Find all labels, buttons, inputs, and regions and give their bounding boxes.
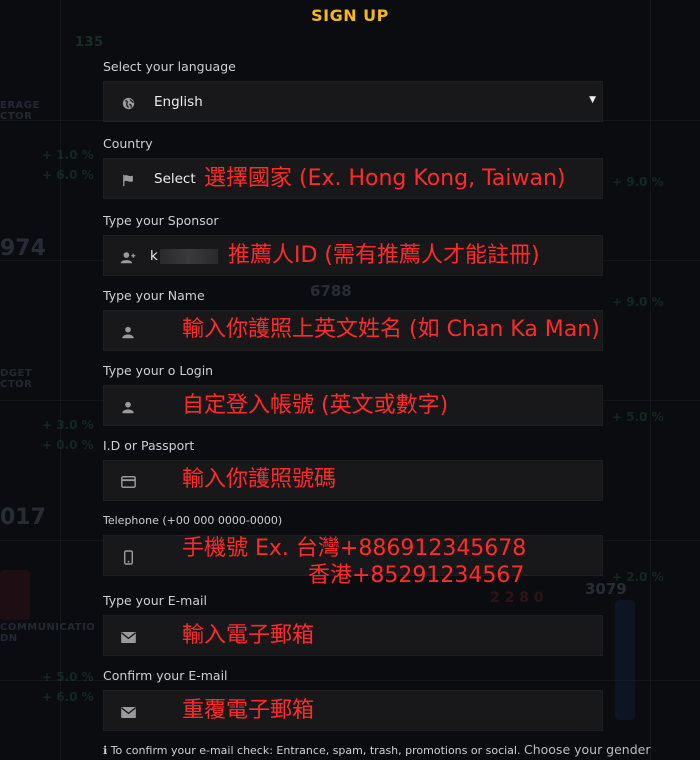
flag-icon [120,172,136,188]
id-card-icon [120,474,136,490]
email-input[interactable] [103,615,603,656]
mobile-phone-icon [120,549,136,565]
login-annotation: 自定登入帳號 (英文或數字) [182,393,449,418]
passport-label: I.D or Passport [103,438,195,453]
user-icon [120,399,136,415]
name-label: Type your Name [103,288,205,303]
user-icon [120,324,136,340]
envelope-icon [120,629,136,645]
country-annotation: 選擇國家 (Ex. Hong Kong, Taiwan) [204,166,566,191]
envelope-icon [120,704,136,720]
language-value: English [154,94,203,110]
passport-input[interactable] [103,460,603,501]
telephone-label: Telephone (+00 000 0000-0000) [103,514,283,527]
info-icon: ℹ [103,744,108,757]
country-label: Country [103,136,153,151]
chevron-down-icon: ▼ [589,95,596,105]
sponsor-label: Type your Sponsor [103,213,219,228]
page-title: SIGN UP [311,6,389,25]
login-label: Type your o Login [103,363,214,378]
sponsor-annotation: 推薦人ID (需有推薦人才能註冊) [228,243,540,268]
globe-icon [120,95,136,111]
language-select[interactable]: English ▼ [103,81,603,122]
confirm-email-annotation: 重覆電子郵箱 [182,698,315,723]
redacted-sponsor-id [160,249,218,264]
user-plus-icon [120,249,136,265]
gender-label: Choose your gender [523,742,651,757]
language-label: Select your language [103,59,236,74]
name-annotation: 輸入你護照上英文姓名 (如 Chan Ka Man) [182,317,600,342]
email-label: Type your E-mail [103,593,207,608]
passport-annotation: 輸入你護照號碼 [182,467,337,492]
confirm-email-label: Confirm your E-mail [103,668,228,683]
email-confirm-note: ℹ To confirm your e-mail check: Entrance… [103,742,651,757]
email-annotation: 輸入電子郵箱 [182,623,315,648]
confirm-email-input[interactable] [103,690,603,731]
sponsor-value: k [150,248,158,264]
telephone-annotation: 手機號 Ex. 台灣+886912345678 [182,536,527,561]
country-value: Select [154,171,196,187]
note-text: To confirm your e-mail check: Entrance, … [110,744,521,757]
telephone-annotation-line2: 香港+85291234567 [308,563,525,588]
